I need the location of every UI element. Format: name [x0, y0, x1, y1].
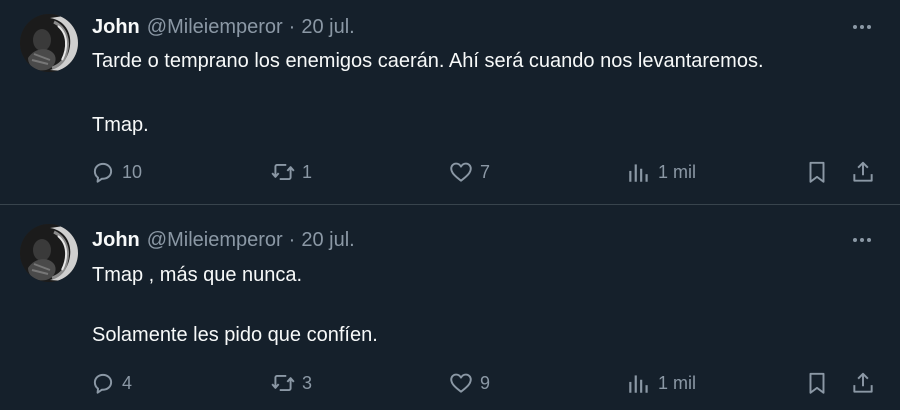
- views-button[interactable]: 1 mil: [626, 157, 696, 187]
- reply-icon: [93, 373, 113, 394]
- views-count: 1 mil: [658, 161, 697, 182]
- tweet-header: John @Mileiemperor · 20 jul.: [92, 227, 355, 253]
- reply-icon: [93, 162, 113, 183]
- author-handle[interactable]: @Mileiemperor: [147, 229, 283, 252]
- repost-count: 3: [302, 372, 313, 393]
- tweet-text-line: Solamente les pido que confíen.: [92, 324, 378, 346]
- views-button[interactable]: 1 mil: [626, 368, 696, 398]
- share-button[interactable]: [850, 157, 876, 187]
- header-separator: ·: [288, 15, 296, 38]
- bookmark-button[interactable]: [804, 157, 830, 187]
- bookmark-icon: [809, 161, 825, 183]
- repost-icon: [271, 374, 295, 392]
- more-horizontal-icon: [853, 25, 871, 29]
- share-icon: [853, 372, 873, 393]
- author-name[interactable]: John: [92, 16, 140, 39]
- header-separator: ·: [288, 228, 296, 251]
- repost-button[interactable]: 1: [270, 157, 312, 187]
- more-options-button[interactable]: [848, 227, 876, 253]
- like-button[interactable]: 9: [448, 368, 490, 398]
- views-chart-icon: [629, 164, 648, 182]
- avatar-image: [20, 14, 78, 72]
- heart-icon: [450, 373, 472, 393]
- tweet-header: John @Mileiemperor · 20 jul.: [92, 14, 355, 40]
- tweet-text-line: Tmap , más que nunca.: [92, 264, 303, 286]
- tweet[interactable]: John @Mileiemperor · 20 jul. Tarde o tem…: [0, 0, 900, 205]
- more-horizontal-icon: [853, 238, 871, 242]
- like-count: 9: [480, 372, 491, 393]
- bookmark-icon: [809, 372, 825, 394]
- tweet-text-line: Tmap.: [92, 114, 149, 136]
- tweet[interactable]: John @Mileiemperor · 20 jul. Tmap , más …: [0, 206, 900, 410]
- avatar-image: [20, 224, 78, 282]
- tweet-date[interactable]: 20 jul.: [301, 16, 354, 39]
- reply-button[interactable]: 4: [90, 368, 132, 398]
- views-chart-icon: [629, 375, 648, 393]
- bookmark-button[interactable]: [804, 368, 830, 398]
- avatar[interactable]: [20, 14, 78, 72]
- more-options-button[interactable]: [848, 14, 876, 40]
- like-count: 7: [480, 161, 491, 182]
- repost-icon: [271, 163, 295, 181]
- tweet-text-line: Tarde o temprano los enemigos caerán. Ah…: [92, 50, 764, 72]
- reply-button[interactable]: 10: [90, 157, 142, 187]
- reply-count: 10: [122, 161, 143, 182]
- share-button[interactable]: [850, 368, 876, 398]
- reply-count: 4: [122, 372, 133, 393]
- avatar[interactable]: [20, 224, 78, 282]
- repost-count: 1: [302, 161, 313, 182]
- tweet-date[interactable]: 20 jul.: [301, 229, 354, 252]
- repost-button[interactable]: 3: [270, 368, 312, 398]
- views-count: 1 mil: [658, 372, 697, 393]
- like-button[interactable]: 7: [448, 157, 490, 187]
- author-handle[interactable]: @Mileiemperor: [147, 16, 283, 39]
- heart-icon: [450, 162, 472, 182]
- share-icon: [853, 161, 873, 182]
- author-name[interactable]: John: [92, 229, 140, 252]
